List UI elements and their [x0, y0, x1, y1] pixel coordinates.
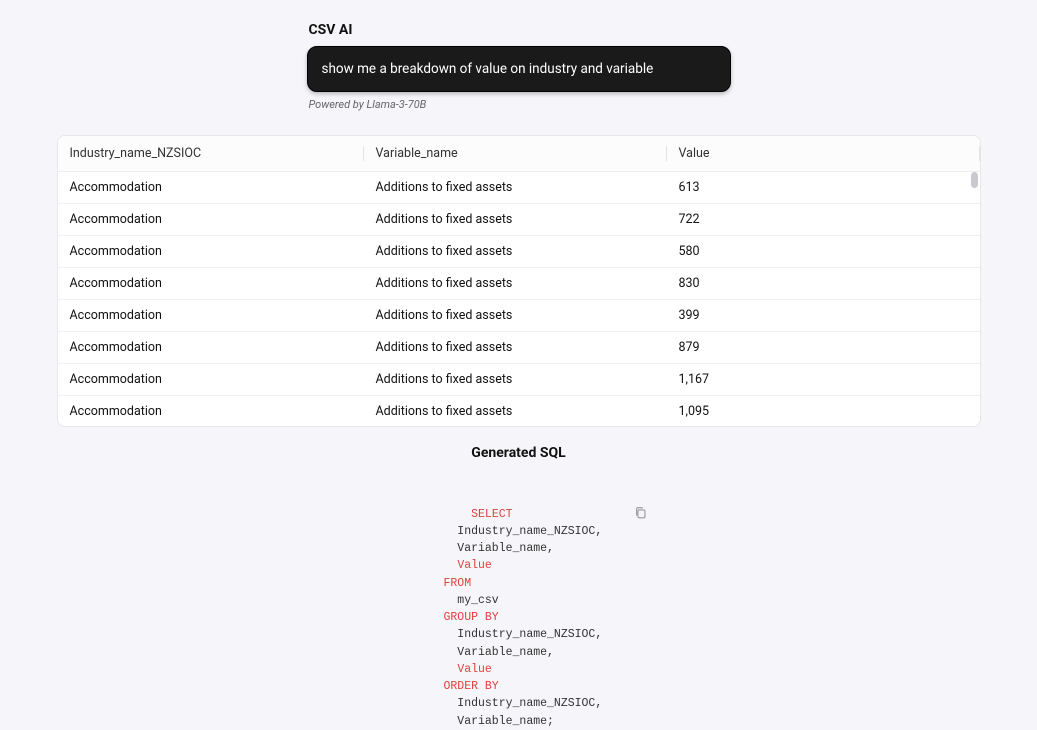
cell-variable: Additions to fixed assets	[364, 404, 667, 419]
cell-variable: Additions to fixed assets	[364, 244, 667, 259]
sql-highlight: Value	[457, 559, 492, 572]
column-header-industry[interactable]: Industry_name_NZSIOC	[58, 136, 364, 171]
table-row[interactable]: AccommodationAdditions to fixed assets58…	[58, 236, 980, 268]
sql-keyword: FROM	[444, 577, 472, 590]
column-resize-handle[interactable]	[979, 146, 980, 161]
query-section: CSV AI show me a breakdown of value on i…	[307, 22, 731, 111]
table-header-row: Industry_name_NZSIOC Variable_name Value	[58, 136, 980, 172]
app-title: CSV AI	[309, 22, 731, 38]
cell-industry: Accommodation	[58, 212, 364, 227]
column-header-label: Industry_name_NZSIOC	[70, 146, 202, 161]
powered-by-label: Powered by Llama-3-70B	[309, 98, 731, 111]
sql-keyword: SELECT	[471, 508, 512, 521]
cell-variable: Additions to fixed assets	[364, 372, 667, 387]
cell-variable: Additions to fixed assets	[364, 276, 667, 291]
sql-text: my_csv	[444, 594, 499, 607]
copy-icon[interactable]	[634, 471, 648, 485]
sql-keyword: GROUP BY	[444, 611, 499, 624]
results-table: Industry_name_NZSIOC Variable_name Value…	[57, 135, 981, 427]
generated-sql-section: Generated SQL SELECT Industry_name_NZSIO…	[444, 445, 594, 730]
query-input[interactable]: show me a breakdown of value on industry…	[307, 46, 731, 92]
sql-highlight: Value	[457, 663, 492, 676]
cell-value: 879	[667, 340, 980, 355]
cell-industry: Accommodation	[58, 308, 364, 323]
cell-industry: Accommodation	[58, 244, 364, 259]
column-header-value[interactable]: Value	[667, 136, 980, 171]
sql-text: Industry_name_NZSIOC, Variable_name;	[444, 697, 603, 727]
column-header-label: Variable_name	[376, 146, 458, 161]
cell-variable: Additions to fixed assets	[364, 212, 667, 227]
cell-industry: Accommodation	[58, 404, 364, 419]
table-row[interactable]: AccommodationAdditions to fixed assets87…	[58, 332, 980, 364]
table-row[interactable]: AccommodationAdditions to fixed assets1,…	[58, 364, 980, 396]
table-row[interactable]: AccommodationAdditions to fixed assets61…	[58, 172, 980, 204]
column-header-label: Value	[679, 146, 710, 161]
cell-variable: Additions to fixed assets	[364, 180, 667, 195]
table-row[interactable]: AccommodationAdditions to fixed assets83…	[58, 268, 980, 300]
cell-industry: Accommodation	[58, 340, 364, 355]
cell-industry: Accommodation	[58, 372, 364, 387]
sql-title: Generated SQL	[444, 445, 594, 461]
cell-value: 830	[667, 276, 980, 291]
table-row[interactable]: AccommodationAdditions to fixed assets39…	[58, 300, 980, 332]
cell-industry: Accommodation	[58, 276, 364, 291]
cell-value: 1,167	[667, 372, 980, 387]
table-body: AccommodationAdditions to fixed assets61…	[58, 172, 980, 426]
cell-industry: Accommodation	[58, 180, 364, 195]
table-row[interactable]: AccommodationAdditions to fixed assets72…	[58, 204, 980, 236]
sql-code-block: SELECT Industry_name_NZSIOC, Variable_na…	[444, 471, 594, 730]
cell-value: 722	[667, 212, 980, 227]
column-header-variable[interactable]: Variable_name	[364, 136, 667, 171]
cell-value: 1,095	[667, 404, 980, 419]
cell-value: 613	[667, 180, 980, 195]
cell-variable: Additions to fixed assets	[364, 340, 667, 355]
cell-value: 580	[667, 244, 980, 259]
cell-variable: Additions to fixed assets	[364, 308, 667, 323]
scrollbar-thumb[interactable]	[971, 172, 978, 188]
table-row[interactable]: AccommodationAdditions to fixed assets1,…	[58, 396, 980, 426]
cell-value: 399	[667, 308, 980, 323]
